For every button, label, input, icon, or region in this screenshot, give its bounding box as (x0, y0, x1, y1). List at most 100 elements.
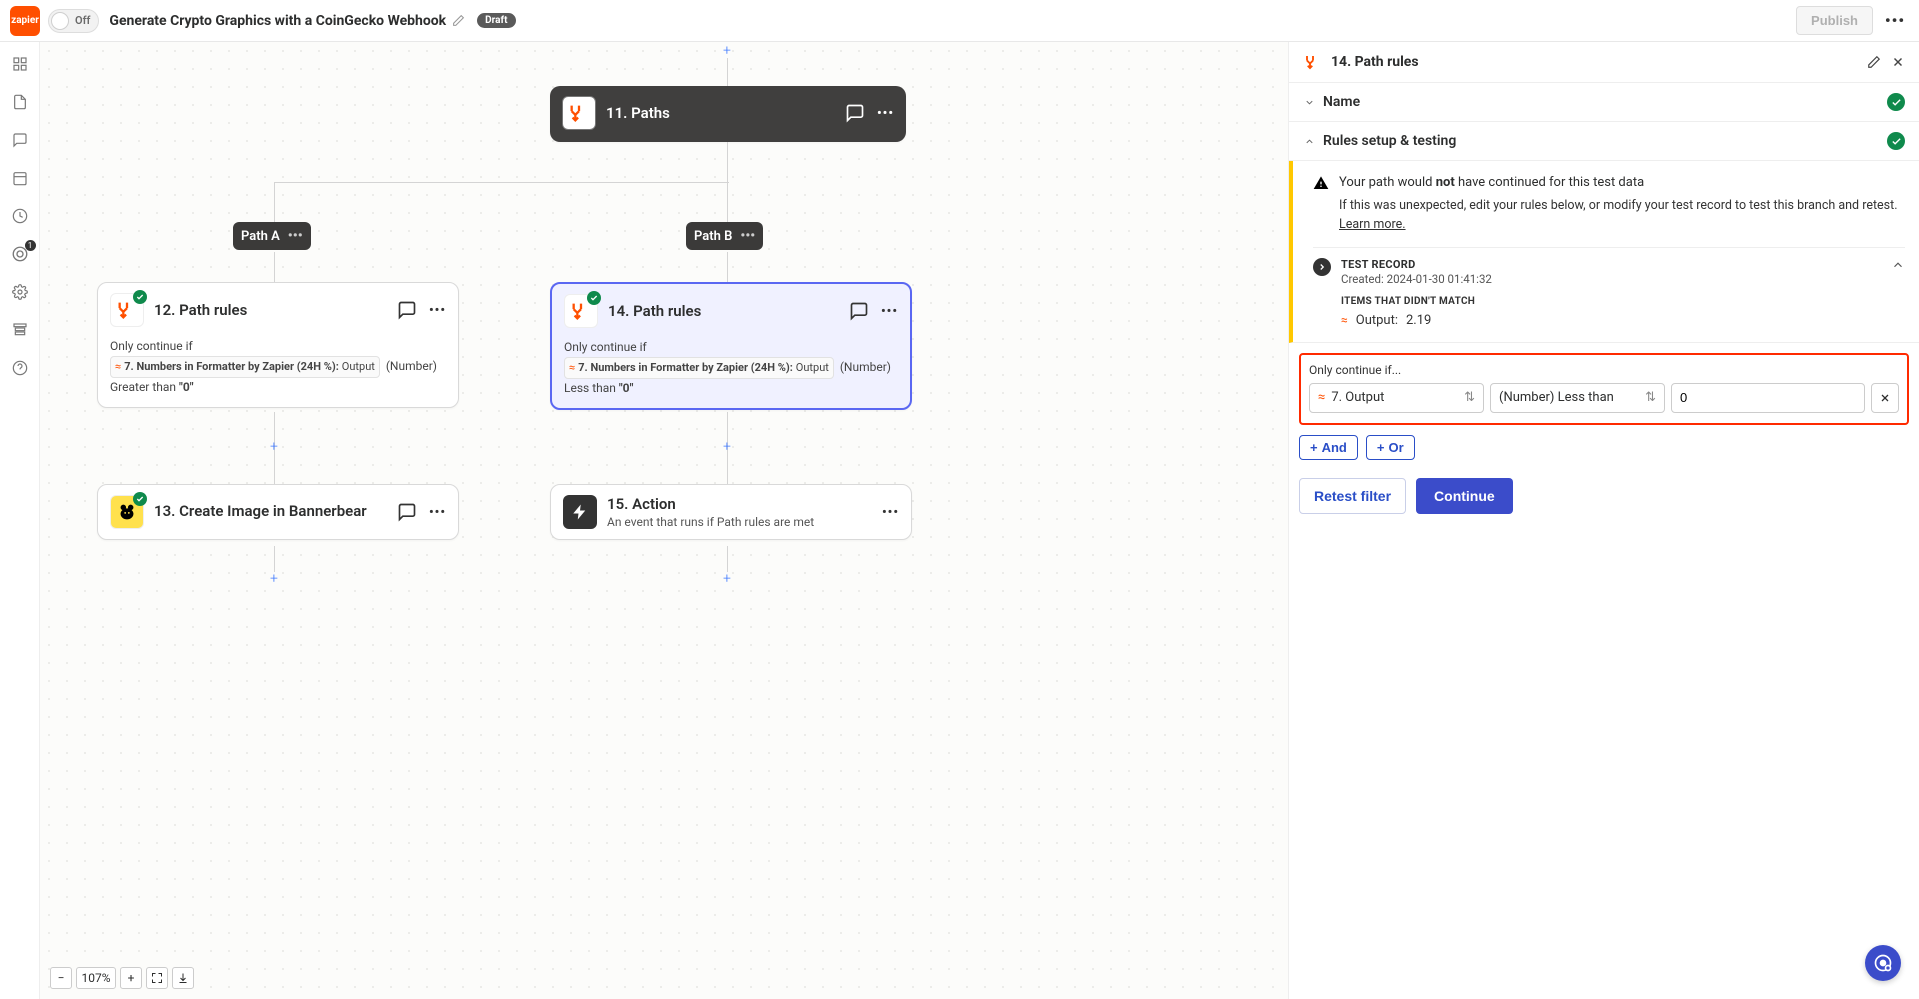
plus-icon[interactable]: + (720, 440, 734, 454)
section-label: Name (1323, 94, 1887, 110)
record-arrow-icon (1313, 258, 1331, 276)
retest-button[interactable]: Retest filter (1299, 478, 1406, 514)
more-icon[interactable]: ••• (881, 304, 898, 319)
items-header: ITEMS THAT DIDN'T MATCH (1341, 296, 1905, 307)
item-key: Output: (1356, 313, 1398, 328)
chevron-updown-icon: ⇅ (1645, 390, 1656, 405)
comment-icon[interactable] (849, 301, 869, 321)
condition-select[interactable]: (Number) Less than ⇅ (1490, 383, 1665, 413)
continue-button[interactable]: Continue (1416, 478, 1513, 514)
check-icon (1887, 132, 1905, 150)
rail-notes-icon[interactable] (10, 92, 30, 112)
rail-calendar-icon[interactable] (10, 168, 30, 188)
remove-rule-button[interactable] (1871, 383, 1899, 413)
zoom-fit-button[interactable] (146, 967, 168, 989)
test-message: Your path would not have continued for t… (1339, 175, 1644, 190)
node-14-path-rules[interactable]: 14. Path rules ••• Only continue if ≈ 7.… (550, 282, 912, 410)
item-value: 2.19 (1406, 313, 1431, 328)
node-title: 13. Create Image in Bannerbear (154, 502, 387, 522)
comment-icon[interactable] (397, 300, 417, 320)
left-rail: 1 (0, 42, 40, 999)
publish-button[interactable]: Publish (1796, 6, 1873, 35)
edit-icon[interactable] (1867, 55, 1881, 69)
check-badge-icon (133, 492, 147, 506)
node-paths[interactable]: 11. Paths ••• (550, 86, 906, 142)
comment-icon[interactable] (845, 103, 865, 123)
path-b-pill[interactable]: Path B ••• (686, 222, 763, 250)
chevron-down-icon (1303, 97, 1315, 108)
rail-settings-icon[interactable] (10, 282, 30, 302)
add-or-button[interactable]: +Or (1366, 435, 1415, 460)
comment-icon[interactable] (397, 502, 417, 522)
connector (727, 58, 728, 86)
toggle-label: Off (75, 14, 90, 27)
zoom-controls: − 107% + (50, 967, 194, 989)
connector (274, 182, 729, 183)
config-panel: 14. Path rules Name Rules setup & testin… (1288, 42, 1919, 999)
cond-val: "0" (179, 380, 194, 394)
bannerbear-icon (110, 495, 144, 529)
node-13-bannerbear[interactable]: 13. Create Image in Bannerbear ••• (97, 484, 459, 540)
connector (274, 182, 275, 222)
zoom-level[interactable]: 107% (76, 967, 116, 989)
chevron-up-icon (1303, 136, 1315, 147)
rules-label: Only continue if... (1309, 363, 1899, 377)
node-12-path-rules[interactable]: 12. Path rules ••• Only continue if ≈ 7.… (97, 282, 459, 408)
section-label: Rules setup & testing (1323, 133, 1887, 149)
condition-value: (Number) Less than (1499, 390, 1614, 405)
more-icon[interactable]: ••• (877, 106, 894, 121)
connector (727, 142, 728, 182)
paths-icon (562, 96, 596, 130)
help-fab[interactable] (1865, 945, 1901, 981)
learn-more-link[interactable]: Learn more. (1339, 217, 1406, 232)
zoom-out-button[interactable]: − (50, 967, 72, 989)
status-badge: Draft (477, 13, 515, 28)
cond-op: Greater than (110, 380, 179, 394)
value-input[interactable] (1671, 383, 1865, 413)
test-result-block: Your path would not have continued for t… (1289, 161, 1919, 343)
test-record-title: TEST RECORD (1341, 258, 1492, 271)
plus-icon[interactable]: + (720, 44, 734, 58)
more-icon[interactable]: ••• (882, 505, 899, 520)
check-badge-icon (587, 291, 601, 305)
path-label: Path A (241, 229, 280, 244)
zap-toggle[interactable]: Off (48, 9, 99, 33)
token-main: 7. Numbers in Formatter by Zapier (24H %… (124, 358, 339, 376)
rail-comments-icon[interactable] (10, 130, 30, 150)
rail-archive-icon[interactable] (10, 320, 30, 340)
zap-title: Generate Crypto Graphics with a CoinGeck… (109, 13, 446, 29)
rail-history-icon[interactable] (10, 206, 30, 226)
token-main: 7. Numbers in Formatter by Zapier (24H %… (578, 359, 793, 377)
section-rules[interactable]: Rules setup & testing (1289, 122, 1919, 161)
cond-type: (Number) (386, 359, 437, 373)
more-icon[interactable]: ••• (429, 303, 446, 318)
export-button[interactable] (172, 967, 194, 989)
edit-title-icon[interactable] (452, 14, 465, 27)
connector (274, 546, 275, 572)
only-continue-label: Only continue if (564, 338, 898, 357)
plus-icon[interactable]: + (267, 440, 281, 454)
connector (727, 252, 728, 282)
token-chip: ≈ 7. Numbers in Formatter by Zapier (24H… (110, 356, 380, 378)
close-icon[interactable] (1891, 55, 1905, 69)
more-icon[interactable]: ••• (288, 228, 303, 244)
more-icon[interactable]: ••• (429, 505, 446, 520)
plus-icon[interactable]: + (720, 572, 734, 586)
chevron-up-icon[interactable] (1891, 258, 1905, 272)
node-15-action[interactable]: 15. Action An event that runs if Path ru… (550, 484, 912, 540)
plus-icon[interactable]: + (267, 572, 281, 586)
connector (274, 252, 275, 282)
top-more-menu[interactable]: ••• (1881, 11, 1909, 30)
rail-help-icon[interactable] (10, 358, 30, 378)
zapier-logo[interactable]: zapier (10, 6, 40, 36)
field-select[interactable]: ≈ 7. Output ⇅ (1309, 383, 1484, 413)
rail-grid-icon[interactable] (10, 54, 30, 74)
filter-icon (110, 293, 144, 327)
rail-copilot-icon[interactable]: 1 (10, 244, 30, 264)
zoom-in-button[interactable]: + (120, 967, 142, 989)
add-and-button[interactable]: +And (1299, 435, 1358, 460)
more-icon[interactable]: ••• (740, 228, 755, 244)
path-a-pill[interactable]: Path A ••• (233, 222, 311, 250)
canvas[interactable]: + 11. Paths ••• (40, 42, 1288, 999)
section-name[interactable]: Name (1289, 83, 1919, 122)
